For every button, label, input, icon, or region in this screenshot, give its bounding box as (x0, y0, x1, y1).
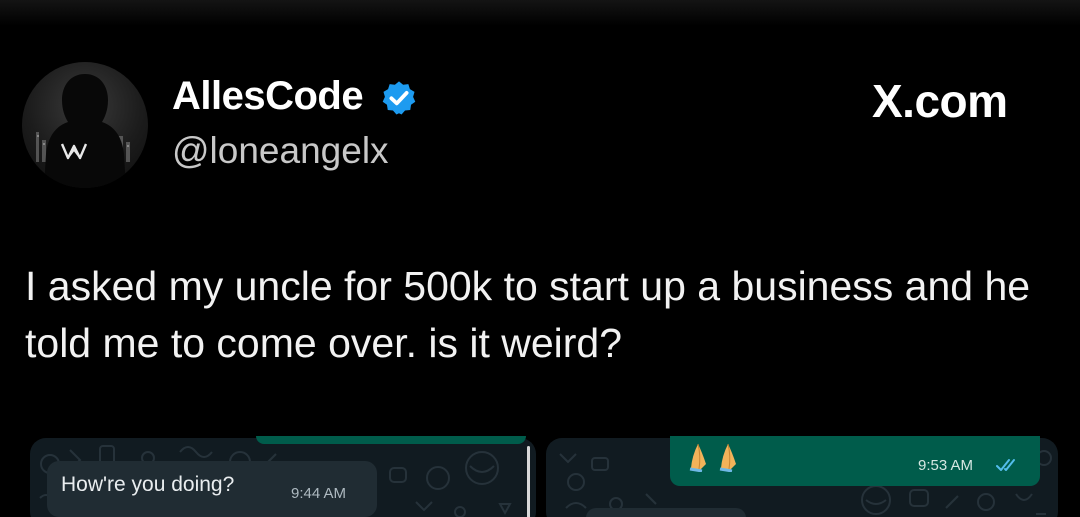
top-shade (0, 0, 1080, 26)
verified-badge-icon (382, 81, 416, 115)
incoming-message-bubble[interactable]: How're you doing? 9:44 AM (47, 461, 377, 517)
message-text: How're you doing? (61, 473, 235, 496)
folded-hands-emoji (689, 443, 736, 472)
author-name[interactable]: AllesCode (172, 74, 364, 119)
author-handle[interactable]: @loneangelx (172, 130, 389, 172)
message-time: 9:44 AM (291, 485, 347, 502)
outgoing-message-bubble[interactable]: 9:53 AM (670, 436, 1040, 486)
panel-divider (527, 446, 530, 517)
message-time: 9:53 AM (918, 457, 974, 474)
hooded-figure-avatar-image (36, 74, 130, 188)
avatar[interactable] (22, 62, 148, 188)
incoming-message-bubble-partial[interactable] (586, 508, 746, 517)
outgoing-bubble-edge (256, 436, 526, 444)
site-label: X.com (872, 75, 1008, 127)
post-text: I asked my uncle for 500k to start up a … (25, 263, 1031, 366)
double-check-read-icon (996, 459, 1015, 471)
